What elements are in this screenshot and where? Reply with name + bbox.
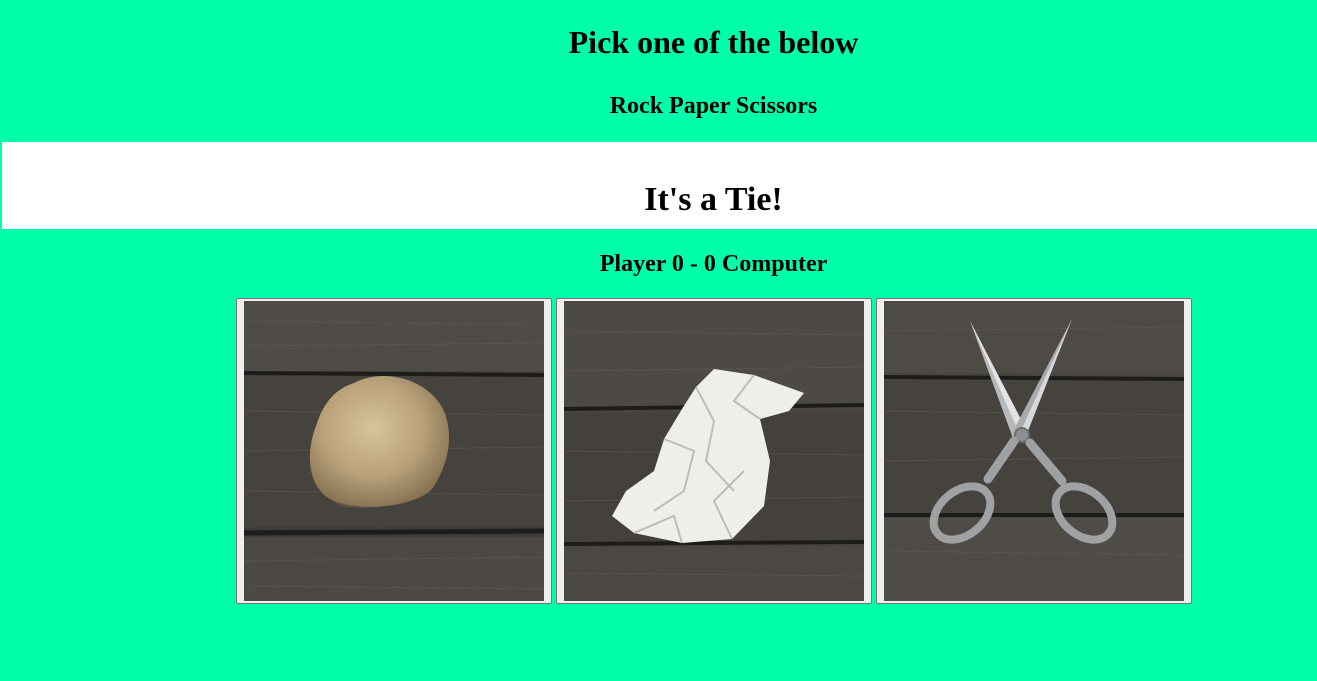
- paper-image: [564, 301, 864, 601]
- scissors-image: [884, 301, 1184, 601]
- result-message: It's a Tie!: [644, 181, 783, 218]
- page-title: Pick one of the below: [568, 24, 859, 60]
- choices-row: [236, 298, 1192, 604]
- rock-image: [244, 301, 544, 601]
- game-subtitle: Rock Paper Scissors: [609, 93, 818, 119]
- scissors-button[interactable]: [876, 298, 1192, 604]
- scoreboard: Player 0 - 0 Computer: [599, 251, 828, 277]
- paper-button[interactable]: [556, 298, 872, 604]
- rock-button[interactable]: [236, 298, 552, 604]
